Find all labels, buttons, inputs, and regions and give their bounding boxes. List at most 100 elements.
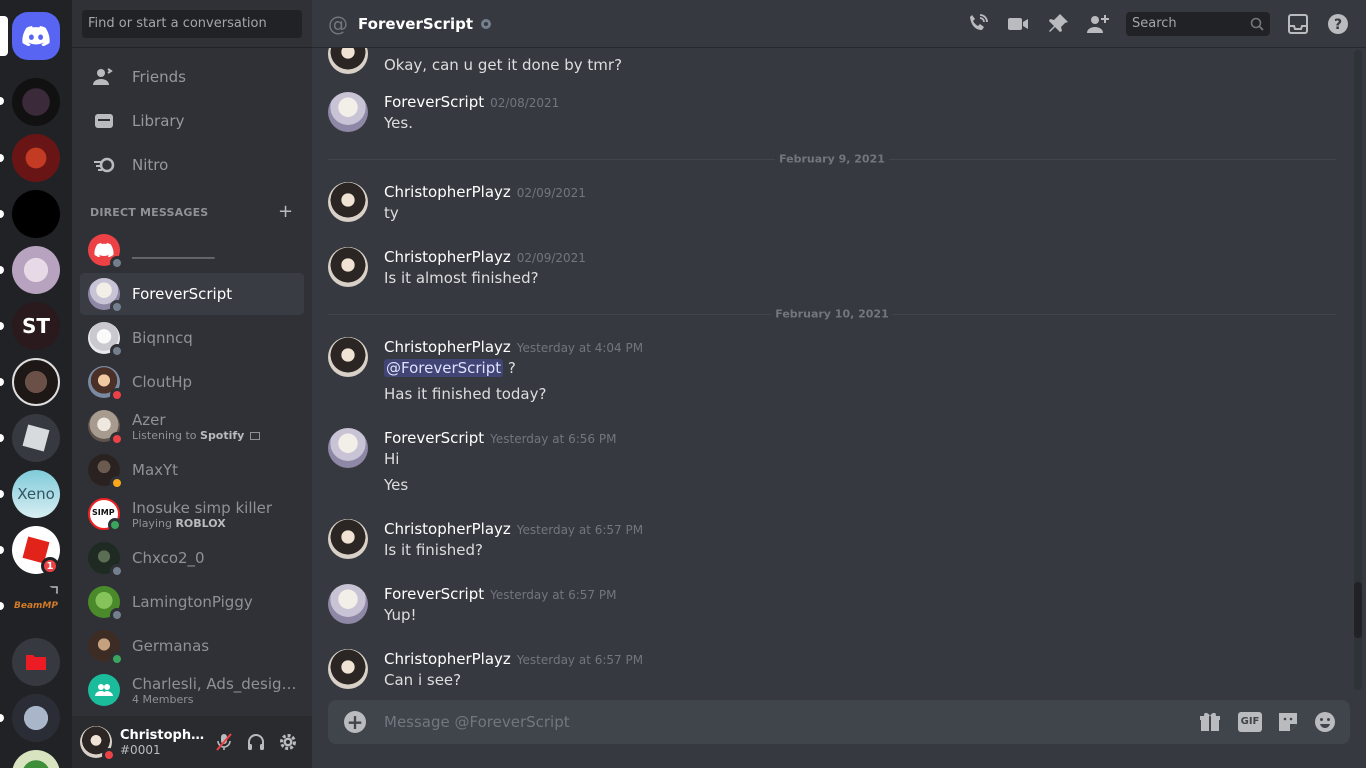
status-indicator (110, 608, 124, 622)
message-author[interactable]: ChristopherPlayz (384, 338, 511, 356)
message-author[interactable]: ForeverScript (384, 429, 484, 447)
server-red[interactable] (12, 134, 60, 182)
inbox-icon[interactable] (1286, 12, 1310, 36)
status-indicator (110, 256, 124, 270)
message-timestamp: 02/08/2021 (490, 96, 560, 110)
avatar[interactable] (328, 48, 368, 74)
voice-call-icon[interactable] (966, 12, 990, 36)
server-green[interactable] (12, 750, 60, 768)
server-anime[interactable] (12, 246, 60, 294)
nav-nitro[interactable]: Nitro (80, 144, 304, 186)
avatar[interactable] (328, 584, 368, 624)
server-dark[interactable] (12, 358, 60, 406)
message-author[interactable]: ChristopherPlayz (384, 248, 511, 266)
user-avatar[interactable] (80, 726, 116, 762)
server-roblox-gray[interactable] (12, 414, 60, 462)
dm-item[interactable]: Chxco2_0 (80, 537, 304, 579)
rich-presence-icon (249, 431, 260, 440)
nav-friends[interactable]: Friends (80, 56, 304, 98)
message-search[interactable]: Search (1126, 12, 1270, 36)
upload-button[interactable]: + (344, 711, 366, 733)
status-indicator (110, 564, 124, 578)
nav-library[interactable]: Library (80, 100, 304, 142)
dm-item[interactable]: MaxYt (80, 449, 304, 491)
create-dm-icon[interactable]: + (278, 203, 293, 221)
emoji-icon[interactable] (1313, 710, 1337, 734)
message-composer: + Message @ForeverScript GIF (328, 700, 1350, 744)
avatar[interactable] (328, 247, 368, 287)
dm-name: ___________ (132, 241, 215, 259)
scrollbar-thumb[interactable] (1354, 582, 1362, 638)
avatar[interactable] (328, 649, 368, 689)
gif-button[interactable]: GIF (1238, 712, 1262, 732)
username: Christopher... (120, 727, 208, 743)
unread-indicator (0, 546, 4, 554)
dm-item[interactable]: CloutHp (80, 361, 304, 403)
avatar[interactable] (328, 337, 368, 377)
activity-name: ROBLOX (175, 516, 226, 530)
message-input[interactable]: Message @ForeverScript (384, 713, 570, 731)
message-timestamp: 02/09/2021 (516, 251, 586, 265)
server-st[interactable]: ST (12, 302, 60, 350)
scrollbar[interactable] (1354, 50, 1362, 690)
dm-item-active[interactable]: ForeverScript (80, 273, 304, 315)
dm-member-count: 4 Members (132, 692, 194, 706)
dm-name: Inosuke simp killer (132, 498, 273, 517)
message-author[interactable]: ForeverScript (384, 585, 484, 603)
pin-icon[interactable] (1046, 12, 1070, 36)
sticker-icon[interactable] (1276, 710, 1300, 734)
dm-item[interactable]: ___________ (80, 229, 304, 271)
server-pepehub[interactable] (12, 78, 60, 126)
avatar (88, 410, 124, 446)
settings-button[interactable] (272, 726, 304, 758)
friends-icon (93, 68, 113, 85)
dm-name: Azer (132, 410, 166, 429)
message-list: Okay, can u get it done by tmr? ForeverS… (312, 48, 1366, 694)
message-content: @ForeverScript ? (384, 359, 516, 377)
activity-name: Spotify (200, 428, 245, 442)
message-author[interactable]: ChristopherPlayz (384, 650, 511, 668)
server-art[interactable] (12, 694, 60, 742)
dm-activity: Playing ROBLOX (132, 517, 297, 530)
mention-badge: 1 (41, 557, 59, 575)
message-author[interactable]: ChristopherPlayz (384, 183, 511, 201)
unread-indicator (0, 266, 4, 274)
channel-title: ForeverScript (358, 14, 474, 33)
avatar: SIMP (88, 498, 122, 532)
gift-icon[interactable] (1198, 710, 1222, 734)
message-content: Is it finished? (384, 541, 483, 559)
dm-item[interactable]: Germanas (80, 625, 304, 667)
dm-item[interactable]: Biqnncq (80, 317, 304, 359)
status-indicator (110, 300, 124, 314)
dm-item[interactable]: SIMP Inosuke simp killer Playing ROBLOX (80, 493, 304, 535)
dm-item-group[interactable]: Charlesli, Ads_design... 4 Members (80, 669, 304, 711)
mute-button[interactable] (208, 726, 240, 758)
mic-muted-icon (216, 733, 232, 751)
home-button[interactable] (12, 12, 60, 60)
conversation-search[interactable]: Find or start a conversation (82, 10, 302, 38)
nitro-icon (94, 157, 115, 173)
avatar[interactable] (328, 92, 368, 132)
activity-prefix: Playing (132, 516, 176, 530)
avatar[interactable] (328, 182, 368, 222)
add-friend-icon[interactable] (1086, 12, 1110, 36)
server-beammp[interactable]: BeamMP (12, 582, 60, 630)
dm-item[interactable]: Azer Listening to Spotify (80, 405, 304, 447)
server-folder[interactable] (12, 638, 60, 686)
headphones-icon (248, 734, 264, 750)
avatar[interactable] (328, 519, 368, 559)
video-call-icon[interactable] (1006, 12, 1030, 36)
message-author[interactable]: ForeverScript (384, 93, 484, 111)
message-content: Yup! (384, 606, 417, 624)
server-black[interactable] (12, 190, 60, 238)
nav-label: Friends (132, 68, 186, 86)
server-xeno[interactable]: Xeno (12, 470, 60, 518)
dm-item[interactable]: LamingtonPiggy (80, 581, 304, 623)
deafen-button[interactable] (240, 726, 272, 758)
discord-logo-icon (22, 26, 50, 46)
user-mention[interactable]: @ForeverScript (384, 359, 504, 377)
user-info[interactable]: Christopher... #0001 (120, 728, 208, 757)
message-author[interactable]: ChristopherPlayz (384, 520, 511, 538)
help-icon[interactable]: ? (1326, 12, 1350, 36)
avatar[interactable] (328, 428, 368, 468)
